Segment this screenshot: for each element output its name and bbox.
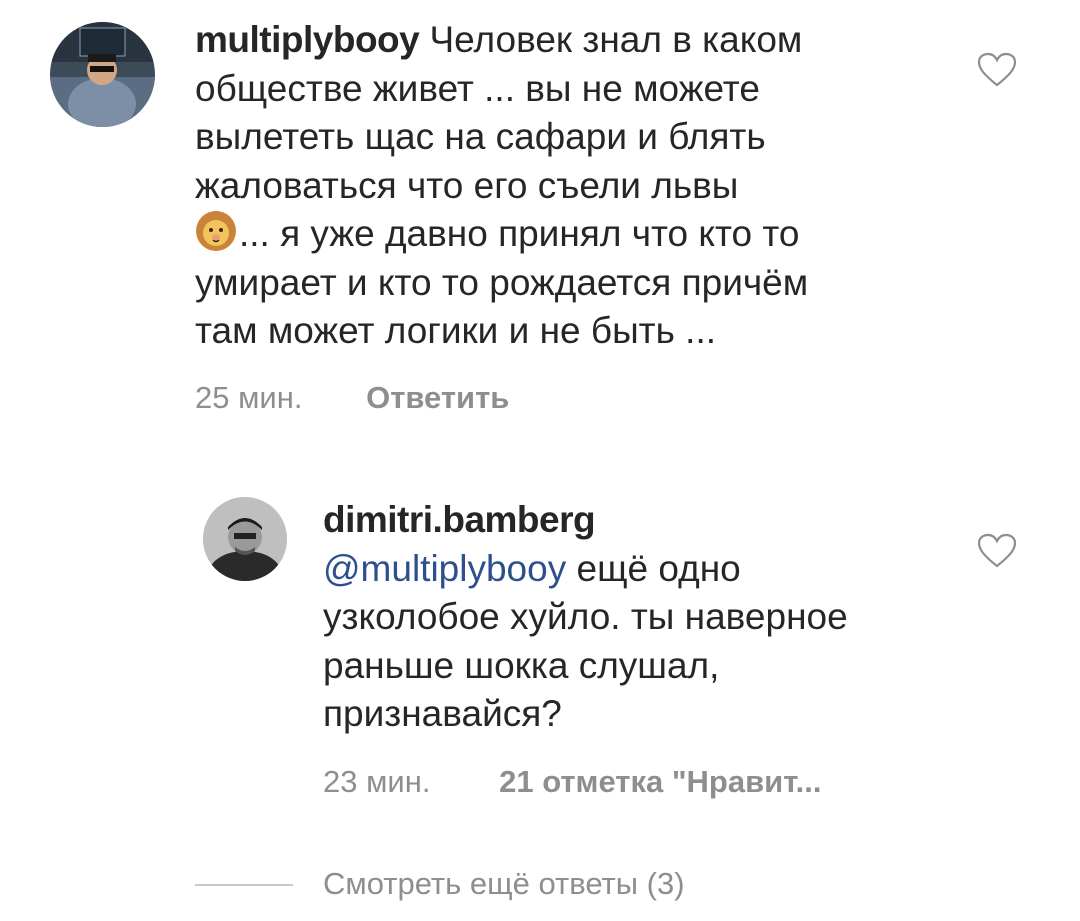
- reply-line-1: @multiplybooy ещё одно: [323, 545, 963, 594]
- heart-outline-icon[interactable]: [977, 533, 1017, 569]
- comment-line-2: обществе живет ... вы не можете: [195, 67, 760, 109]
- comment-username[interactable]: multiplybooy: [195, 19, 420, 60]
- reply-text-dimitri-bamberg: dimitri.bamberg @multiplybooy ещё одно у…: [323, 496, 963, 739]
- comment-text-multiplybooy: multiplybooy Человек знал в каком общест…: [195, 16, 955, 356]
- comment-line-5: ... я уже давно принял что кто то: [195, 210, 955, 259]
- comment-line-3: вылететь щас на сафари и блять: [195, 116, 766, 157]
- comment-time: 25 мин.: [195, 380, 303, 415]
- likes-count-button[interactable]: 21 отметка "Нравит...: [499, 764, 821, 799]
- lion-emoji-icon: [195, 210, 237, 252]
- replies-divider: [195, 884, 293, 886]
- comment-line-4: жаловаться что его съели львы: [195, 164, 739, 206]
- reply-button[interactable]: Ответить: [366, 380, 509, 415]
- heart-outline-icon[interactable]: [977, 52, 1017, 88]
- reply-username[interactable]: dimitri.bamberg: [323, 496, 963, 545]
- avatar-dimitri-bamberg[interactable]: [203, 497, 287, 581]
- mention-link[interactable]: @multiplybooy: [323, 548, 566, 589]
- comment-text-segment: ... я уже давно принял что кто то: [239, 213, 800, 254]
- reply-meta-dimitri-bamberg: 23 мин. 21 отметка "Нравит...: [323, 764, 822, 800]
- view-more-replies-button[interactable]: Смотреть ещё ответы (3): [323, 866, 685, 902]
- reply-text-segment: ещё одно: [566, 547, 741, 589]
- comment-meta-multiplybooy: 25 мин. Ответить: [195, 380, 509, 416]
- reply-line-2: узколобое хуйло. ты наверное: [323, 596, 848, 637]
- comment-line-7: там может логики и не быть ...: [195, 310, 716, 351]
- reply-time: 23 мин.: [323, 764, 431, 799]
- comment-text-segment: Человек знал в каком: [429, 19, 803, 60]
- comment-line-1: multiplybooy Человек знал в каком: [195, 16, 955, 65]
- avatar-multiplybooy[interactable]: [50, 22, 155, 127]
- reply-line-4: признавайся?: [323, 693, 562, 734]
- comment-line-6: умирает и кто то рождается причём: [195, 261, 809, 303]
- reply-line-3: раньше шокка слушал,: [323, 644, 720, 686]
